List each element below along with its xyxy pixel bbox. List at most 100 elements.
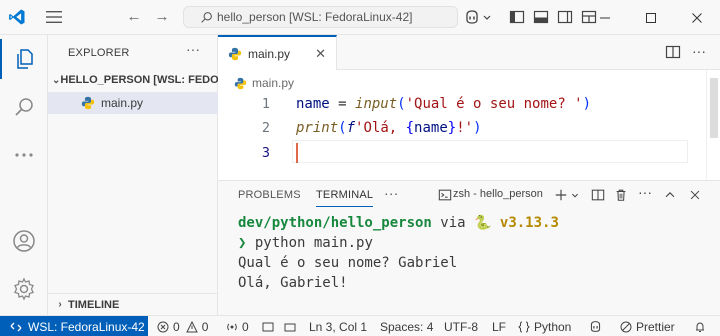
add-terminal-icon[interactable] — [554, 188, 568, 202]
close-button[interactable] — [674, 0, 720, 35]
search-text: hello_person [WSL: FedoraLinux-42] — [217, 10, 413, 24]
terminal-output[interactable]: dev/python/hello_person via 🐍 v3.13.3 ❯ … — [238, 213, 708, 293]
title-bar: ← → hello_person [WSL: FedoraLinux-42] — [0, 0, 720, 35]
warning-icon — [185, 320, 198, 332]
breadcrumb: main.py — [234, 74, 294, 92]
line-number: 2 — [261, 120, 270, 136]
notifications-status[interactable] — [694, 316, 710, 336]
breadcrumb-file[interactable]: main.py — [252, 76, 294, 90]
trash-icon[interactable] — [614, 188, 628, 202]
explorer-sidebar: EXPLORER ··· ⌄ HELLO_PERSON [WSL: FEDO..… — [48, 35, 218, 315]
problems-status[interactable]: 0 0 — [157, 316, 208, 336]
python-file-icon — [234, 77, 247, 89]
command-center-search[interactable]: hello_person [WSL: FedoraLinux-42] — [183, 6, 458, 28]
sidebar-title: EXPLORER — [68, 47, 130, 59]
remote-indicator[interactable]: WSL: FedoraLinux-42 — [0, 316, 148, 336]
file-item-main-py[interactable]: main.py — [48, 92, 218, 114]
chevron-down-icon[interactable] — [482, 9, 492, 25]
bell-icon — [696, 321, 704, 332]
chevron-right-icon: › — [58, 299, 62, 310]
activity-bar — [0, 35, 48, 315]
error-icon — [157, 321, 169, 332]
line-number: 1 — [261, 96, 270, 112]
editor-area: main.py ✕ ··· main.py 1 2 3 name = input… — [218, 35, 720, 180]
activity-search[interactable] — [0, 87, 48, 127]
editor-tabs: main.py ✕ ··· — [218, 35, 720, 70]
terminal-line: Olá, Gabriel! — [238, 275, 348, 291]
chevron-down-icon: ⌄ — [52, 74, 61, 86]
search-icon — [15, 98, 33, 116]
python-file-icon — [81, 96, 95, 110]
close-icon[interactable] — [688, 188, 702, 202]
prettier-status[interactable]: Prettier — [620, 316, 675, 336]
panel-more-button[interactable]: ··· — [384, 185, 399, 201]
cursor-position[interactable]: Ln 3, Col 1 — [309, 316, 367, 336]
menu-icon[interactable] — [45, 10, 63, 24]
sidebar-more-button[interactable]: ··· — [186, 41, 200, 57]
terminal-line: Qual é o seu nome? Gabriel — [238, 255, 458, 271]
workspace-folder-label: HELLO_PERSON [WSL: FEDO... — [60, 74, 218, 86]
activity-accounts[interactable] — [0, 221, 48, 261]
code-line-1[interactable]: name = input('Qual é o seu nome? ') — [296, 92, 591, 116]
prohibited-icon — [620, 321, 632, 332]
layout-status[interactable] — [262, 316, 278, 336]
minimize-icon — [600, 17, 610, 18]
terminal-icon — [438, 189, 452, 201]
search-icon — [201, 11, 212, 23]
chevron-down-icon[interactable] — [570, 188, 580, 202]
remote-icon — [10, 322, 22, 331]
activity-settings[interactable] — [0, 269, 48, 309]
activity-more[interactable] — [0, 135, 48, 175]
vscode-logo-icon[interactable] — [8, 8, 26, 26]
terminal-instance-name[interactable]: zsh - hello_person — [453, 188, 543, 200]
toggle-panel-icon[interactable] — [533, 9, 549, 25]
tab-label: main.py — [248, 46, 291, 61]
forward-arrow-icon[interactable]: → — [154, 9, 170, 25]
account-icon — [13, 230, 35, 252]
toggle-secondary-sidebar-icon[interactable] — [557, 9, 573, 25]
end-of-line[interactable]: LF — [492, 316, 506, 336]
layout-status-2[interactable] — [284, 316, 300, 336]
bell-icon — [284, 323, 296, 331]
line-number: 3 — [261, 145, 270, 161]
tab-terminal[interactable]: TERMINAL — [316, 189, 374, 207]
file-item-label: main.py — [101, 96, 144, 110]
toggle-sidebar-icon[interactable] — [509, 9, 525, 25]
tab-main-py[interactable]: main.py ✕ — [218, 35, 337, 70]
braces-icon — [518, 321, 530, 332]
indentation[interactable]: Spaces: 4 — [380, 316, 433, 336]
activity-explorer[interactable] — [0, 39, 48, 79]
back-arrow-icon[interactable]: ← — [126, 9, 142, 25]
tab-problems[interactable]: PROBLEMS — [238, 189, 301, 201]
remote-label: WSL: FedoraLinux-42 — [28, 319, 145, 334]
split-terminal-icon[interactable] — [591, 188, 605, 202]
close-icon — [692, 12, 702, 23]
window-icon — [262, 322, 274, 331]
copilot-status[interactable] — [589, 316, 606, 336]
terminal-line: dev/python/hello_person via 🐍 v3.13.3 — [238, 215, 559, 231]
close-icon[interactable]: ✕ — [315, 46, 326, 62]
minimize-button[interactable] — [582, 0, 628, 35]
scrollbar-thumb[interactable] — [710, 78, 718, 138]
more-actions-icon[interactable]: ··· — [638, 184, 652, 200]
workspace-folder[interactable]: ⌄ HELLO_PERSON [WSL: FEDO... — [48, 69, 218, 91]
terminal-line: ❯ python main.py — [238, 235, 373, 251]
language-mode[interactable]: Python — [518, 316, 571, 336]
more-actions-icon[interactable]: ··· — [692, 44, 708, 60]
split-editor-icon[interactable] — [665, 44, 681, 60]
copilot-icon — [590, 321, 601, 332]
status-bar: WSL: FedoraLinux-42 0 0 0 Ln 3, Col 1 Sp… — [0, 315, 720, 336]
code-line-2[interactable]: print(f'Olá, {name}!') — [296, 116, 482, 140]
more-icon — [15, 153, 33, 157]
python-file-icon — [228, 47, 242, 60]
encoding[interactable]: UTF-8 — [444, 316, 478, 336]
ports-status[interactable]: 0 — [226, 316, 249, 336]
timeline-section[interactable]: › TIMELINE — [48, 293, 218, 315]
copilot-icon[interactable] — [464, 9, 480, 25]
chevron-up-icon[interactable] — [663, 188, 677, 202]
broadcast-icon — [227, 323, 237, 330]
maximize-button[interactable] — [628, 0, 674, 35]
editor-scrollbar[interactable] — [706, 70, 720, 180]
bottom-panel: PROBLEMS TERMINAL ··· zsh - hello_person… — [218, 180, 720, 315]
current-line-highlight — [292, 140, 688, 163]
